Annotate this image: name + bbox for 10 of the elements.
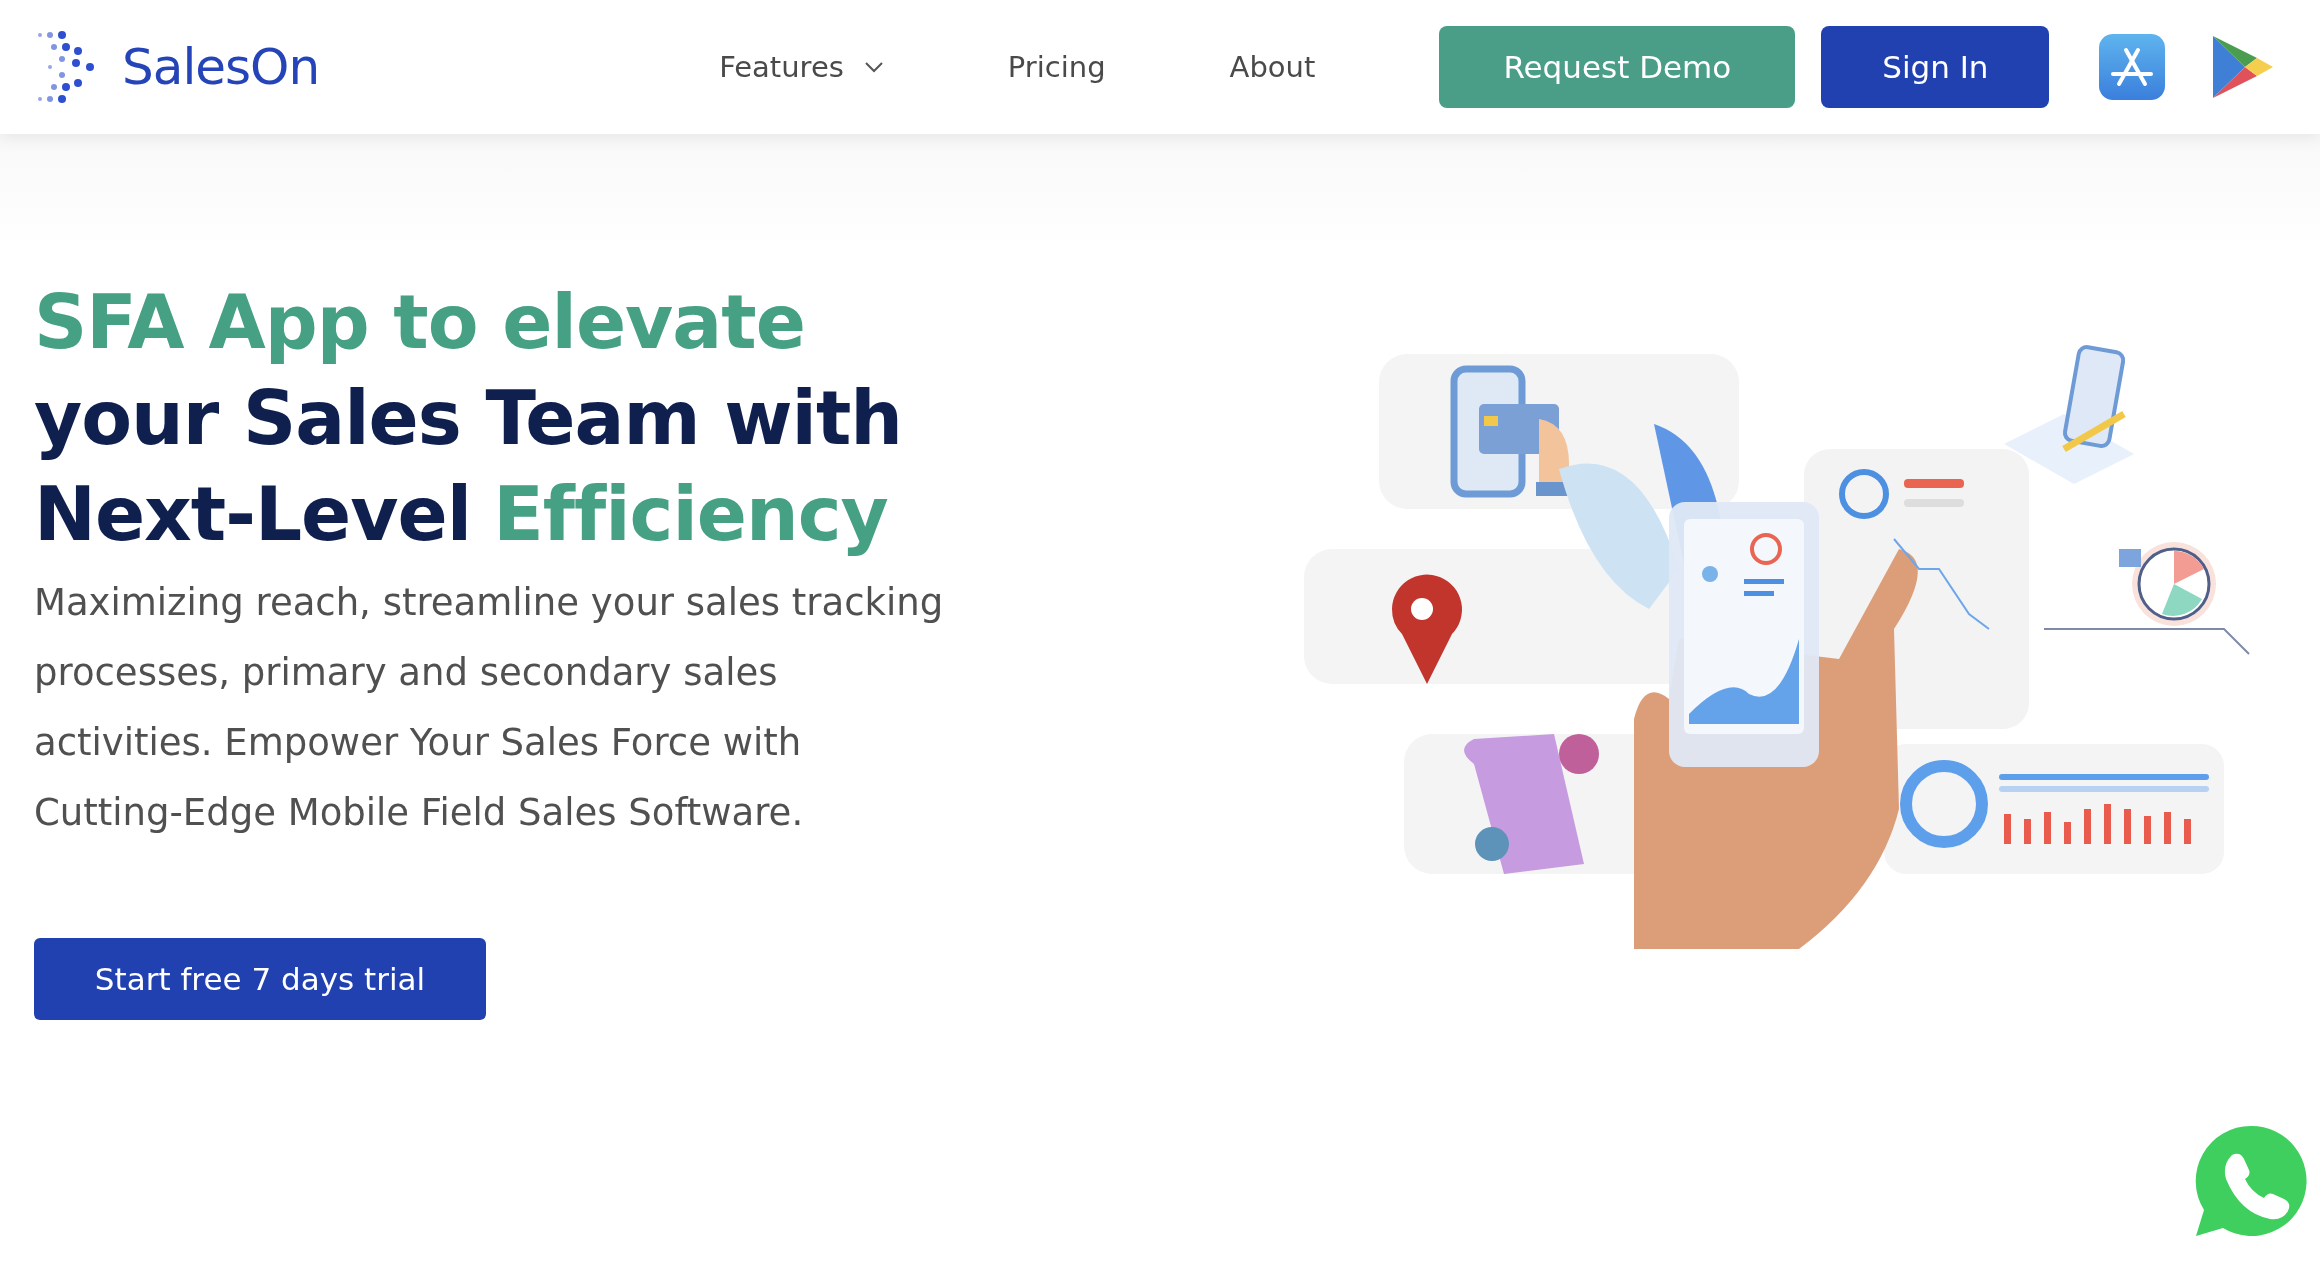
free-trial-button[interactable]: Start free 7 days trial <box>34 938 486 1020</box>
nav-link[interactable]: Pricing <box>1007 50 1106 84</box>
brand-logo-text[interactable]: SalesOn <box>122 38 320 96</box>
app-store-icon[interactable] <box>2099 34 2166 100</box>
sign-in-button[interactable]: Sign In <box>1821 26 2050 108</box>
hero-headline: SFA App to elevate your Sales Team with Next-Level Efficiency <box>34 278 904 559</box>
hero-description: Maximizing reach, streamline your sales tracking processes, primary and secondary sales activities. Empower Your Sales Force with Cutting-Edge Mobile Field Sales Software. <box>34 580 945 836</box>
nav-link[interactable]: Features <box>719 50 844 84</box>
nav-link[interactable]: About <box>1229 50 1316 84</box>
chevron-down-icon[interactable] <box>863 61 884 73</box>
